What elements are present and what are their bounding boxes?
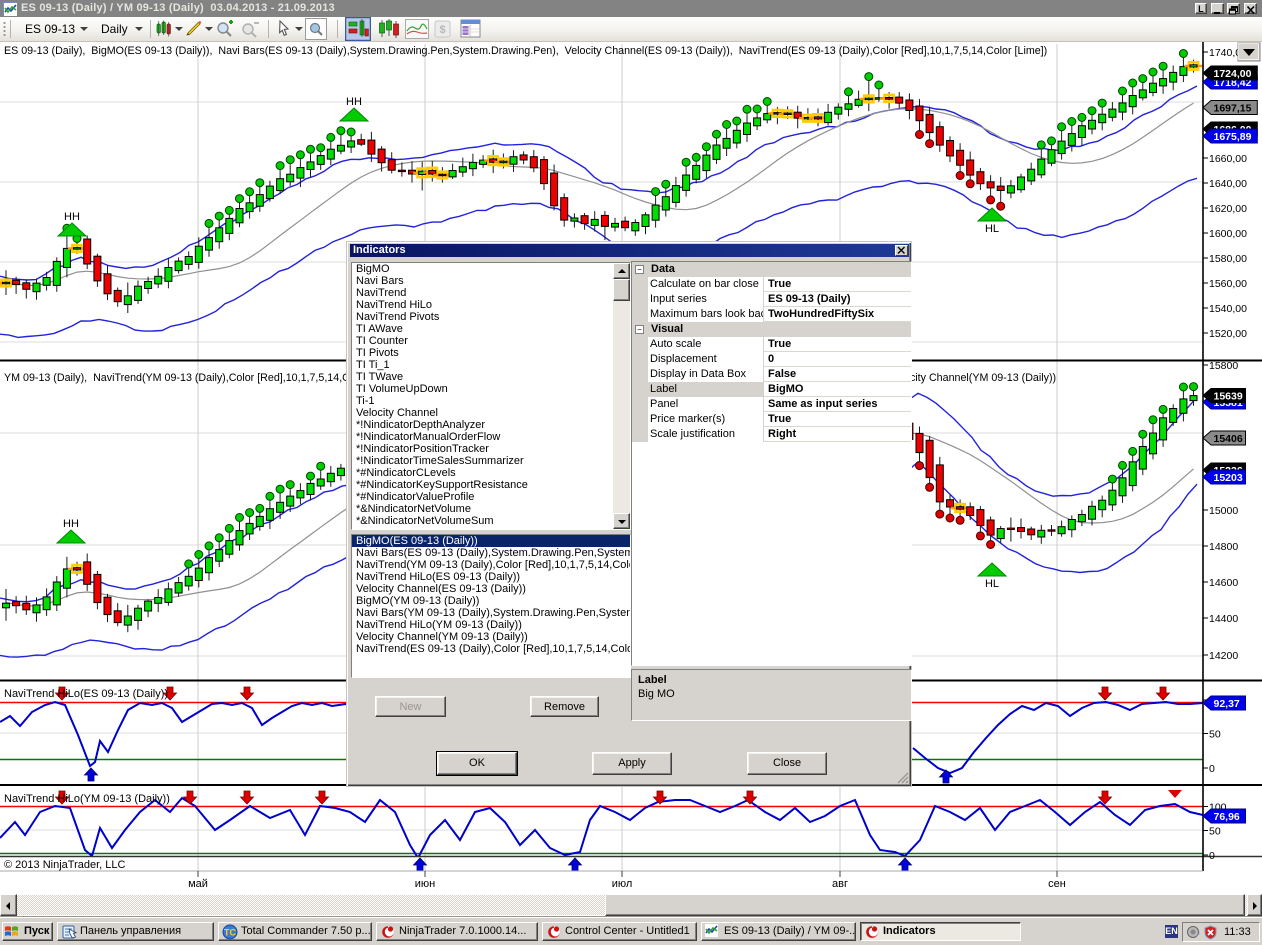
svg-text:50: 50	[1209, 729, 1221, 741]
svg-text:1640,00: 1640,00	[1209, 178, 1247, 190]
svg-text:15406: 15406	[1214, 433, 1243, 445]
svg-text:NaviTrend HiLo(ES 09-13 (Daily: NaviTrend HiLo(ES 09-13 (Daily))	[4, 688, 168, 700]
svg-text:1560,00: 1560,00	[1209, 278, 1247, 290]
svg-text:июн: июн	[415, 878, 435, 890]
svg-text:1620,00: 1620,00	[1209, 203, 1247, 215]
svg-text:авг: авг	[832, 878, 848, 890]
svg-text:0: 0	[1209, 763, 1215, 775]
svg-text:14400: 14400	[1209, 613, 1238, 625]
svg-text:0: 0	[1209, 850, 1215, 862]
svg-text:HL: HL	[985, 578, 999, 590]
svg-text:HH: HH	[64, 211, 80, 223]
svg-text:1520,00: 1520,00	[1209, 328, 1247, 340]
svg-text:1675,89: 1675,89	[1214, 131, 1252, 143]
svg-text:15800: 15800	[1209, 360, 1238, 372]
svg-text:HL: HL	[985, 223, 999, 235]
svg-text:1580,00: 1580,00	[1209, 253, 1247, 265]
svg-text:NaviTrend HiLo(YM 09-13 (Daily: NaviTrend HiLo(YM 09-13 (Daily))	[4, 793, 170, 805]
svg-text:76,96: 76,96	[1214, 811, 1240, 823]
svg-text:1697,15: 1697,15	[1214, 102, 1252, 114]
svg-text:15000: 15000	[1209, 505, 1238, 517]
svg-text:$: $	[439, 24, 445, 36]
svg-text:сен: сен	[1048, 878, 1066, 890]
svg-text:92,37: 92,37	[1214, 698, 1240, 710]
svg-text:TC: TC	[224, 928, 236, 938]
svg-text:1660,00: 1660,00	[1209, 153, 1247, 165]
svg-text:май: май	[188, 878, 208, 890]
svg-text:14200: 14200	[1209, 650, 1238, 662]
svg-text:июл: июл	[612, 878, 633, 890]
svg-text:15203: 15203	[1214, 472, 1243, 484]
svg-text:HH: HH	[63, 518, 79, 530]
svg-text:1600,00: 1600,00	[1209, 228, 1247, 240]
svg-text:14600: 14600	[1209, 577, 1238, 589]
svg-text:1724,00: 1724,00	[1214, 68, 1252, 80]
svg-text:© 2013 NinjaTrader, LLC: © 2013 NinjaTrader, LLC	[4, 859, 125, 871]
svg-text:ES 09-13 (Daily), BigMO(ES 09: ES 09-13 (Daily), BigMO(ES 09-13 (Daily)…	[4, 45, 1047, 57]
svg-text:15639: 15639	[1214, 390, 1243, 402]
svg-text:50: 50	[1209, 826, 1221, 838]
svg-text:14800: 14800	[1209, 541, 1238, 553]
svg-text:1540,00: 1540,00	[1209, 303, 1247, 315]
svg-text:HH: HH	[346, 96, 362, 108]
